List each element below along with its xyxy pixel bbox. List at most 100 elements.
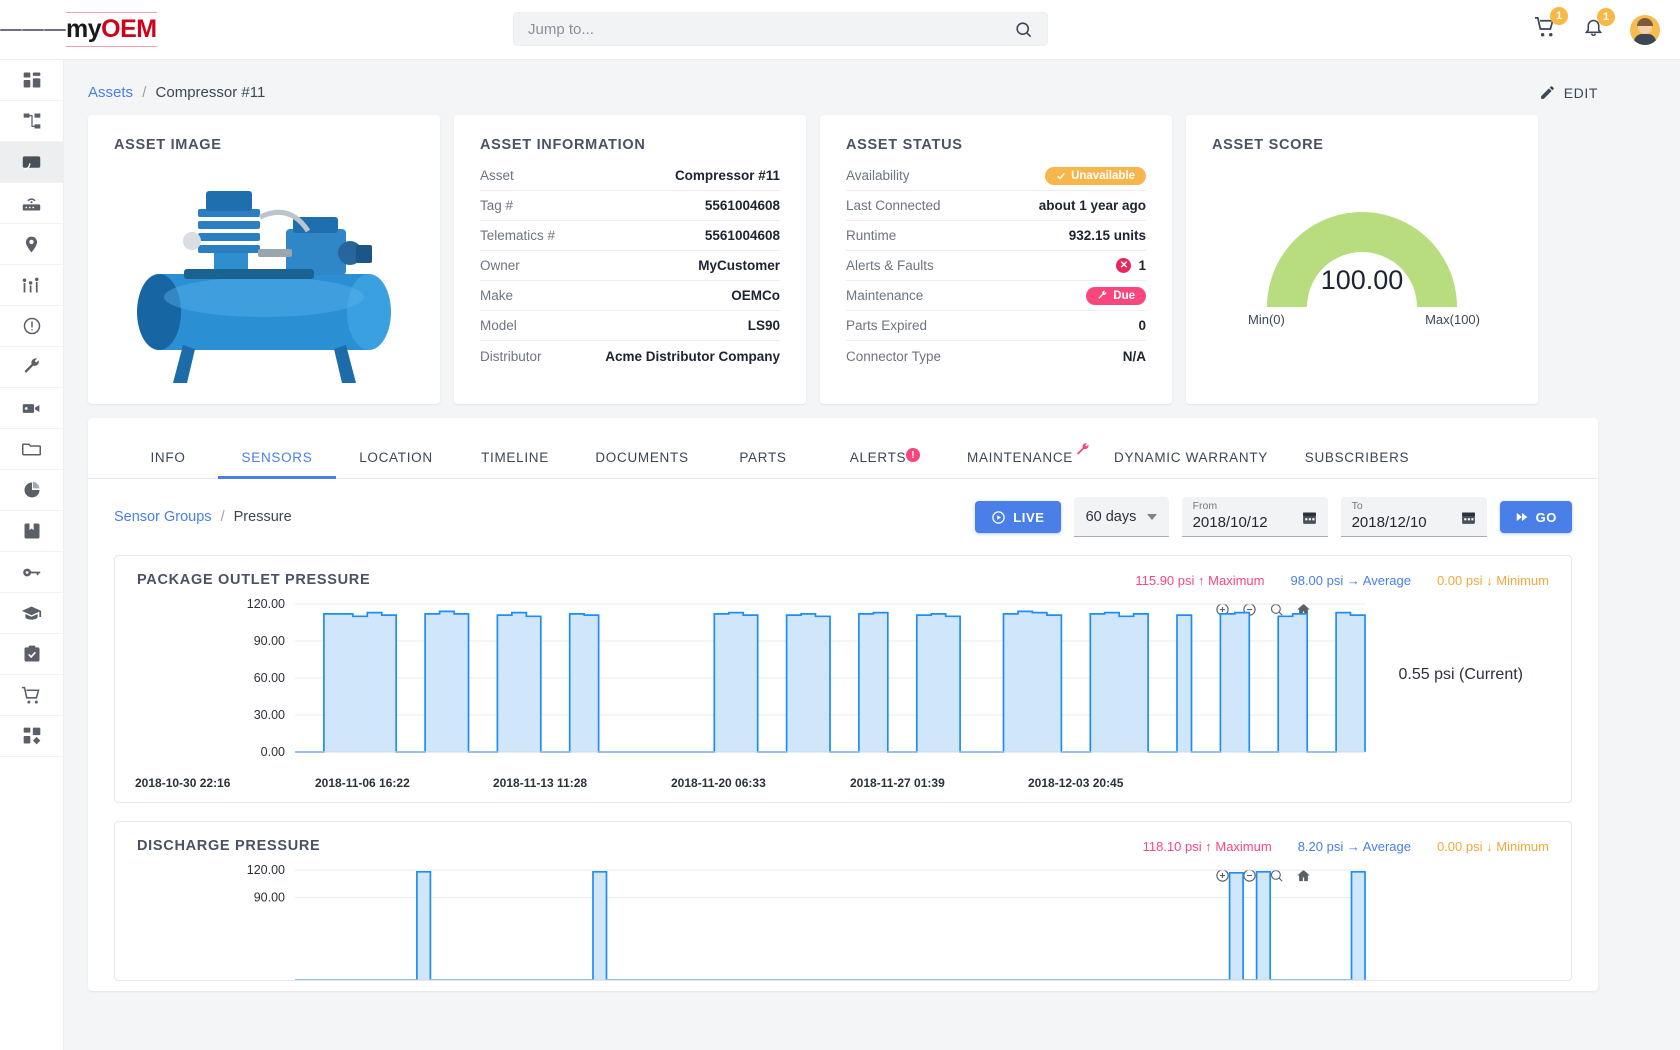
row-key: Runtime bbox=[846, 228, 896, 243]
sidebar-item-hierarchy[interactable] bbox=[0, 101, 63, 142]
x-tick: 2018-11-27 01:39 bbox=[850, 776, 945, 790]
go-label: GO bbox=[1536, 510, 1557, 525]
row-key: Alerts & Faults bbox=[846, 258, 934, 273]
tab-maintenance[interactable]: MAINTENANCE bbox=[940, 440, 1100, 478]
chart-card-discharge-pressure: DISCHARGE PRESSURE 118.10 psi ↑ Maximum … bbox=[114, 821, 1572, 981]
calendar-icon[interactable] bbox=[1301, 509, 1318, 526]
chart-header: DISCHARGE PRESSURE 118.10 psi ↑ Maximum … bbox=[115, 822, 1571, 854]
stat-maximum-label: Maximum bbox=[1208, 573, 1264, 588]
row-value: Acme Distributor Company bbox=[605, 349, 780, 364]
tab-dynamic-warranty[interactable]: DYNAMIC WARRANTY bbox=[1100, 440, 1282, 478]
asset-detail-panel: INFO SENSORS LOCATION TIMELINE DOCUMENTS… bbox=[88, 418, 1598, 991]
table-row: Last Connected about 1 year ago bbox=[846, 191, 1146, 221]
sidebar-item-reports[interactable] bbox=[0, 470, 63, 511]
chart-current-value: 0.55 psi (Current) bbox=[1399, 666, 1524, 684]
sidebar-item-apps[interactable] bbox=[0, 716, 63, 757]
tab-info[interactable]: INFO bbox=[118, 440, 218, 478]
breadcrumb-assets-link[interactable]: Assets bbox=[88, 84, 133, 101]
app-logo[interactable]: myOEM bbox=[66, 12, 157, 47]
go-button[interactable]: GO bbox=[1500, 501, 1572, 533]
time-range-controls: LIVE 60 days From 2018/10/12 To 2018/12/… bbox=[975, 497, 1572, 537]
asset-information-title: ASSET INFORMATION bbox=[454, 115, 806, 157]
cart-button[interactable]: 1 bbox=[1534, 16, 1557, 44]
sg-separator: / bbox=[221, 509, 225, 525]
notifications-button[interactable]: 1 bbox=[1583, 17, 1604, 43]
sidebar-item-tasks[interactable] bbox=[0, 634, 63, 675]
live-button[interactable]: LIVE bbox=[975, 501, 1060, 533]
chart-stats: 115.90 psi ↑ Maximum 98.00 psi → Average… bbox=[1135, 573, 1549, 588]
pie-chart-icon bbox=[22, 480, 42, 500]
global-search[interactable] bbox=[513, 12, 1048, 46]
sidebar-item-dashboard[interactable] bbox=[0, 60, 63, 101]
pencil-icon bbox=[1539, 84, 1556, 101]
stat-average-value: 98.00 psi bbox=[1290, 573, 1343, 588]
to-date-field[interactable]: To 2018/12/10 bbox=[1341, 497, 1487, 537]
sidebar-item-access[interactable] bbox=[0, 552, 63, 593]
from-label: From bbox=[1193, 500, 1318, 513]
sidebar-item-locations[interactable] bbox=[0, 224, 63, 265]
tab-alerts[interactable]: ALERTS ! bbox=[816, 440, 940, 478]
sidebar-item-maintenance[interactable] bbox=[0, 347, 63, 388]
edit-button[interactable]: EDIT bbox=[1539, 84, 1598, 101]
sidebar-item-assets[interactable] bbox=[0, 142, 63, 183]
chart-svg: 0.0030.0060.0090.00120.00 bbox=[115, 594, 1575, 774]
x-tick: 2018-11-06 16:22 bbox=[315, 776, 410, 790]
sidebar-item-video[interactable] bbox=[0, 388, 63, 429]
svg-text:60.00: 60.00 bbox=[254, 671, 285, 685]
sidebar-item-knowledge[interactable] bbox=[0, 511, 63, 552]
stat-average-value: 8.20 psi bbox=[1298, 839, 1344, 854]
tab-timeline[interactable]: TIMELINE bbox=[456, 440, 574, 478]
stat-maximum-label: Maximum bbox=[1215, 839, 1271, 854]
sidebar-item-alerts[interactable] bbox=[0, 306, 63, 347]
row-value: LS90 bbox=[748, 318, 780, 333]
sidebar-item-training[interactable] bbox=[0, 593, 63, 634]
avatar-body bbox=[1634, 34, 1656, 45]
sensor-groups-link[interactable]: Sensor Groups bbox=[114, 509, 212, 525]
avatar-hair bbox=[1637, 18, 1653, 26]
tab-subscribers[interactable]: SUBSCRIBERS bbox=[1282, 440, 1432, 478]
stat-minimum: 0.00 psi ↓ Minimum bbox=[1437, 839, 1549, 854]
fast-forward-icon bbox=[1515, 510, 1529, 524]
chart-title: DISCHARGE PRESSURE bbox=[137, 838, 320, 854]
breadcrumb-current: Compressor #11 bbox=[156, 84, 266, 101]
edit-label: EDIT bbox=[1564, 85, 1598, 101]
cart-badge: 1 bbox=[1550, 7, 1568, 25]
user-avatar[interactable] bbox=[1630, 15, 1660, 45]
stat-minimum-label: Minimum bbox=[1496, 839, 1549, 854]
stat-maximum: 115.90 psi ↑ Maximum bbox=[1135, 573, 1264, 588]
table-row: Connector Type N/A bbox=[846, 341, 1146, 371]
asset-status-table: Availability Unavailable Last Connected … bbox=[820, 157, 1172, 371]
tab-sensors[interactable]: SENSORS bbox=[218, 440, 336, 478]
maintenance-badge: Due bbox=[1086, 287, 1146, 305]
sidebar-item-documents[interactable] bbox=[0, 429, 63, 470]
sidebar-item-store[interactable] bbox=[0, 675, 63, 716]
arrow-down-icon: ↓ bbox=[1486, 573, 1493, 588]
svg-text:30.00: 30.00 bbox=[254, 708, 285, 722]
clipboard-check-icon bbox=[22, 644, 42, 664]
search-icon[interactable] bbox=[1014, 20, 1033, 39]
summary-cards: ASSET IMAGE bbox=[64, 115, 1664, 404]
range-select[interactable]: 60 days bbox=[1074, 497, 1169, 537]
row-value: about 1 year ago bbox=[1039, 198, 1146, 213]
sensor-group-breadcrumb: Sensor Groups / Pressure bbox=[114, 509, 292, 525]
table-row: Parts Expired 0 bbox=[846, 311, 1146, 341]
tab-location[interactable]: LOCATION bbox=[336, 440, 456, 478]
stat-average: 98.00 psi → Average bbox=[1290, 573, 1410, 588]
tab-documents[interactable]: DOCUMENTS bbox=[574, 440, 710, 478]
compressor-illustration bbox=[88, 157, 440, 407]
asset-information-table: Asset Compressor #11 Tag # 5561004608 Te… bbox=[454, 157, 806, 371]
row-key: Make bbox=[480, 288, 513, 303]
table-row: Alerts & Faults ✕ 1 bbox=[846, 251, 1146, 281]
x-tick: 2018-10-30 22:16 bbox=[135, 776, 230, 790]
calendar-icon[interactable] bbox=[1460, 509, 1477, 526]
sidebar-item-gateways[interactable] bbox=[0, 183, 63, 224]
row-key: Telematics # bbox=[480, 228, 555, 243]
table-row: Runtime 932.15 units bbox=[846, 221, 1146, 251]
chevron-down-icon bbox=[1147, 514, 1157, 520]
sidebar-item-sensors[interactable] bbox=[0, 265, 63, 306]
header-actions: 1 1 bbox=[1534, 0, 1660, 60]
search-input[interactable] bbox=[528, 21, 1014, 38]
tab-parts[interactable]: PARTS bbox=[710, 440, 816, 478]
from-date-field[interactable]: From 2018/10/12 bbox=[1182, 497, 1328, 537]
menu-toggle-button[interactable] bbox=[0, 26, 66, 33]
